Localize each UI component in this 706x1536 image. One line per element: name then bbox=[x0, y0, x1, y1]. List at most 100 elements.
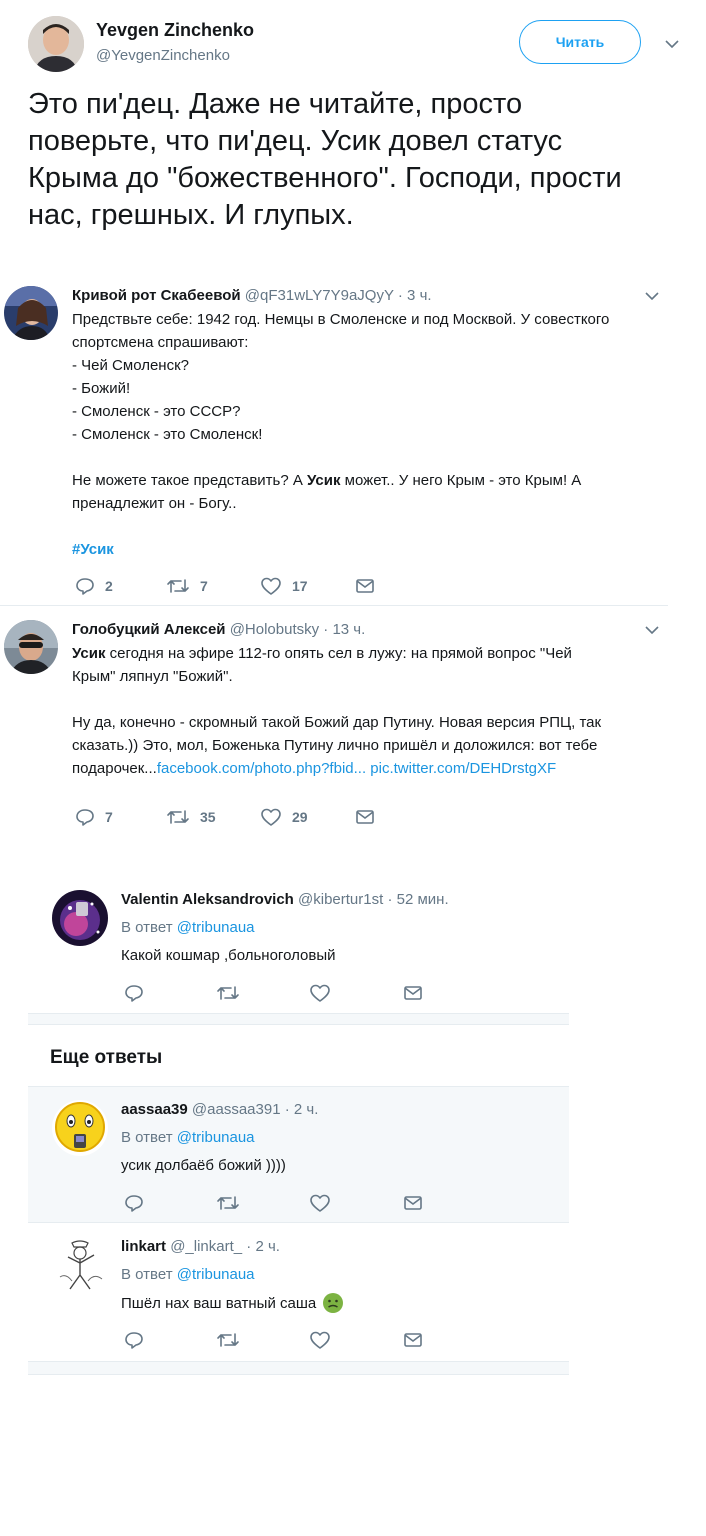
author-name[interactable]: Кривой рот Скабеевой bbox=[72, 287, 241, 304]
avatar[interactable] bbox=[4, 286, 58, 340]
like-icon bbox=[310, 984, 330, 1002]
reply-button[interactable] bbox=[124, 983, 144, 1003]
avatar-image bbox=[52, 890, 108, 946]
author-name[interactable]: linkart bbox=[121, 1238, 166, 1255]
section-divider bbox=[28, 1361, 569, 1375]
retweet-button[interactable] bbox=[216, 1193, 240, 1213]
like-icon bbox=[261, 808, 281, 826]
hashtag-link[interactable]: #Усик bbox=[72, 538, 672, 561]
avatar[interactable] bbox=[4, 620, 58, 674]
nauseated-face-emoji bbox=[323, 1293, 344, 1313]
author-handle[interactable]: @Holobutsky bbox=[230, 621, 319, 638]
tweet-body: Предствьте себе: 1942 год. Немцы в Смоле… bbox=[72, 308, 672, 561]
retweet-icon bbox=[217, 1196, 239, 1210]
chevron-down-icon[interactable] bbox=[665, 40, 679, 48]
retweet-count: 35 bbox=[200, 809, 216, 825]
reply-prefix: В ответ bbox=[121, 1129, 177, 1146]
reply-to-link[interactable]: @tribunaua bbox=[177, 919, 255, 936]
message-button[interactable] bbox=[403, 1193, 423, 1213]
tweet-header: Голобуцкий Алексей @Holobutsky · 13 ч. bbox=[72, 621, 365, 638]
author-name[interactable]: Голобуцкий Алексей bbox=[72, 621, 226, 638]
like-count: 17 bbox=[292, 578, 308, 594]
reply-text: Какой кошмар ,больноголовый bbox=[121, 947, 336, 964]
follow-button-label: Читать bbox=[555, 34, 605, 50]
tweet-line: подарочек...facebook.com/photo.php?fbid.… bbox=[72, 757, 672, 780]
tweet-time[interactable]: · 2 ч. bbox=[285, 1101, 319, 1118]
retweet-button[interactable] bbox=[216, 1330, 240, 1350]
avatar[interactable] bbox=[52, 1237, 108, 1293]
author-name[interactable]: aassaa39 bbox=[121, 1101, 188, 1118]
retweet-button[interactable]: 7 bbox=[166, 576, 208, 596]
like-button[interactable]: 29 bbox=[260, 807, 308, 827]
follow-button[interactable]: Читать bbox=[519, 20, 641, 64]
like-count: 29 bbox=[292, 809, 308, 825]
tweet-line: Не можете такое представить? А Усик може… bbox=[72, 469, 672, 492]
reply-button[interactable] bbox=[124, 1193, 144, 1213]
author-handle[interactable]: @_linkart_ bbox=[170, 1238, 242, 1255]
tweet-time[interactable]: · 13 ч. bbox=[323, 621, 365, 638]
author-name[interactable]: Yevgen Zinchenko bbox=[96, 20, 254, 41]
message-button[interactable] bbox=[403, 1330, 423, 1350]
like-icon bbox=[261, 577, 281, 595]
reply-to-link[interactable]: @tribunaua bbox=[177, 1266, 255, 1283]
reply-button[interactable]: 2 bbox=[75, 576, 113, 596]
facebook-link[interactable]: facebook.com/photo.php?fbid... bbox=[157, 760, 366, 777]
reply-count: 7 bbox=[105, 809, 113, 825]
like-button[interactable]: 17 bbox=[260, 576, 308, 596]
message-button[interactable] bbox=[355, 807, 375, 827]
retweet-icon bbox=[167, 810, 189, 824]
reply-prefix: В ответ bbox=[121, 1266, 177, 1283]
tweet-line: Усик сегодня на эфире 112-го опять сел в… bbox=[72, 642, 672, 665]
tweet-header: Кривой рот Скабеевой @qF31wLY7Y9aJQyY · … bbox=[72, 287, 432, 304]
retweet-button[interactable] bbox=[216, 983, 240, 1003]
tweet-time[interactable]: · 3 ч. bbox=[398, 287, 432, 304]
message-icon bbox=[356, 810, 374, 824]
like-button[interactable] bbox=[309, 983, 331, 1003]
tweet-line: спортсмена спрашивают: bbox=[72, 334, 249, 351]
like-button[interactable] bbox=[309, 1330, 331, 1350]
like-button[interactable] bbox=[309, 1193, 331, 1213]
retweet-icon bbox=[217, 1333, 239, 1347]
author-name[interactable]: Valentin Aleksandrovich bbox=[121, 891, 294, 908]
pic-link[interactable]: pic.twitter.com/DEHDrstgXF bbox=[370, 760, 556, 777]
retweet-button[interactable]: 35 bbox=[166, 807, 216, 827]
section-divider bbox=[28, 1013, 569, 1025]
reply-icon bbox=[125, 985, 143, 1002]
reply-context: В ответ @tribunaua bbox=[121, 1266, 255, 1283]
author-handle[interactable]: @aassaa391 bbox=[192, 1101, 281, 1118]
reply-icon bbox=[76, 578, 94, 595]
highlighted-keyword: Усик bbox=[307, 472, 341, 489]
retweet-icon bbox=[217, 986, 239, 1000]
reply-prefix: В ответ bbox=[121, 919, 177, 936]
chevron-down-icon[interactable] bbox=[645, 626, 659, 634]
tweet-time[interactable]: · 2 ч. bbox=[246, 1238, 280, 1255]
chevron-down-icon[interactable] bbox=[645, 292, 659, 300]
reply-to-link[interactable]: @tribunaua bbox=[177, 1129, 255, 1146]
avatar[interactable] bbox=[28, 16, 84, 72]
reply-button[interactable]: 7 bbox=[75, 807, 113, 827]
avatar[interactable] bbox=[52, 1100, 108, 1156]
reply-icon bbox=[125, 1332, 143, 1349]
retweet-icon bbox=[167, 579, 189, 593]
author-handle[interactable]: @YevgenZinchenko bbox=[96, 47, 230, 64]
tweet-line: - Смоленск - это СССР? bbox=[72, 403, 241, 420]
avatar-image bbox=[52, 1237, 108, 1293]
author-handle[interactable]: @kibertur1st bbox=[298, 891, 383, 908]
tweet-time[interactable]: · 52 мин. bbox=[387, 891, 448, 908]
avatar-image bbox=[52, 1100, 108, 1156]
message-button[interactable] bbox=[403, 983, 423, 1003]
reply-text: Пшёл нах ваш ватный саша bbox=[121, 1294, 317, 1312]
avatar[interactable] bbox=[52, 890, 108, 946]
more-replies-title: Еще ответы bbox=[50, 1047, 163, 1068]
reply-header: Valentin Aleksandrovich @kibertur1st · 5… bbox=[121, 891, 449, 908]
tweet-line: Предствьте себе: 1942 год. Немцы в Смоле… bbox=[72, 311, 610, 328]
avatar-image bbox=[4, 620, 58, 674]
tweet-line: сказать.)) Это, мол, Боженька Путину лич… bbox=[72, 737, 598, 754]
author-handle[interactable]: @qF31wLY7Y9aJQyY bbox=[245, 287, 394, 304]
reply-button[interactable] bbox=[124, 1330, 144, 1350]
reply-context: В ответ @tribunaua bbox=[121, 1129, 255, 1146]
tweet-body: Усик сегодня на эфире 112-го опять сел в… bbox=[72, 642, 672, 780]
message-button[interactable] bbox=[355, 576, 375, 596]
text-segment: может.. У него Крым - это Крым! А bbox=[340, 472, 582, 489]
divider bbox=[28, 1222, 569, 1223]
